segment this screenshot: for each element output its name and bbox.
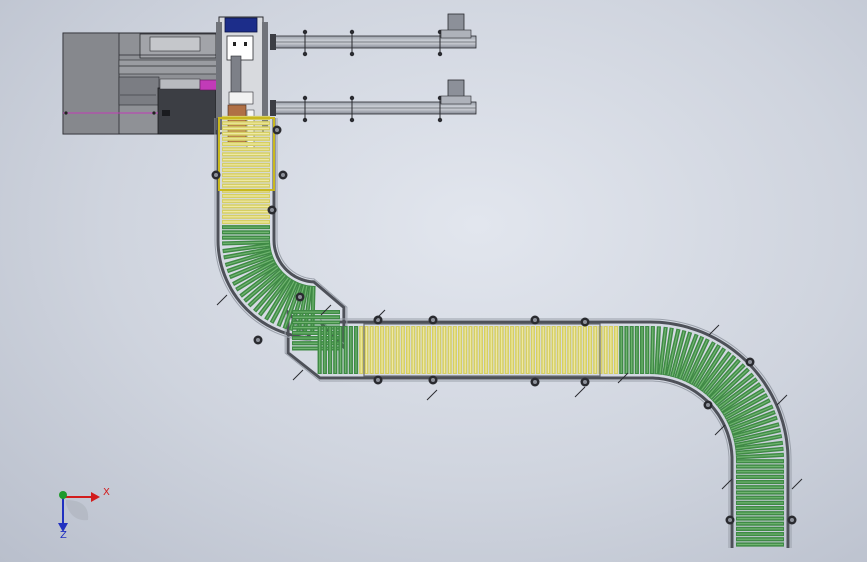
feeder-rails bbox=[270, 13, 477, 123]
feeder-motor-mount bbox=[440, 29, 472, 39]
support-caster-hub bbox=[256, 338, 260, 342]
feeder-bolt bbox=[349, 51, 355, 57]
feeder-bolt bbox=[302, 29, 308, 35]
support-caster-hub bbox=[214, 173, 218, 177]
frame-bracket bbox=[708, 324, 720, 336]
upper-feeder-rail bbox=[270, 13, 477, 57]
feeder-motor-mount bbox=[440, 95, 472, 105]
frame-bracket bbox=[791, 478, 803, 490]
feeder-bolt bbox=[302, 117, 308, 123]
coordinate-triad bbox=[58, 491, 100, 532]
support-caster-hub bbox=[790, 518, 794, 522]
packaging-machine[interactable] bbox=[62, 32, 221, 135]
frame-bracket bbox=[574, 386, 586, 398]
frame-bracket bbox=[216, 294, 228, 306]
feeder-bolt bbox=[349, 29, 355, 35]
feeder-bolt bbox=[437, 117, 443, 123]
roller-highlight bbox=[651, 327, 654, 374]
frame-bracket bbox=[776, 394, 788, 406]
support-caster-hub bbox=[583, 380, 587, 384]
support-caster-hub bbox=[431, 378, 435, 382]
lower-feeder-rail bbox=[270, 79, 477, 123]
feeder-bolt bbox=[349, 95, 355, 101]
support-caster-hub bbox=[298, 295, 302, 299]
support-caster-hub bbox=[748, 360, 752, 364]
support-caster-hub bbox=[533, 380, 537, 384]
axis-x-arrowhead bbox=[91, 492, 100, 502]
feeder-bolt bbox=[302, 51, 308, 57]
conveyor-assembly-drawing bbox=[58, 13, 803, 548]
cad-viewport[interactable]: X Z bbox=[0, 0, 867, 562]
frame-bracket bbox=[426, 389, 438, 401]
feeder-end-cap bbox=[270, 34, 276, 50]
support-caster-hub bbox=[583, 320, 587, 324]
support-caster-hub bbox=[706, 403, 710, 407]
support-caster-hub bbox=[376, 378, 380, 382]
axis-z-label: Z bbox=[60, 530, 67, 541]
axis-x-label: X bbox=[103, 487, 110, 498]
support-caster-hub bbox=[728, 518, 732, 522]
roller-conveyor-line bbox=[211, 115, 803, 548]
feeder-bolt bbox=[349, 117, 355, 123]
axis-y-marker bbox=[59, 491, 67, 499]
feeder-end-cap bbox=[270, 100, 276, 116]
support-caster-hub bbox=[281, 173, 285, 177]
support-caster-hub bbox=[270, 208, 274, 212]
feeder-bolt bbox=[437, 51, 443, 57]
support-caster-hub bbox=[533, 318, 537, 322]
feeder-bolt bbox=[302, 95, 308, 101]
support-caster-hub bbox=[275, 128, 279, 132]
frame-bracket bbox=[292, 369, 304, 381]
support-caster-hub bbox=[431, 318, 435, 322]
